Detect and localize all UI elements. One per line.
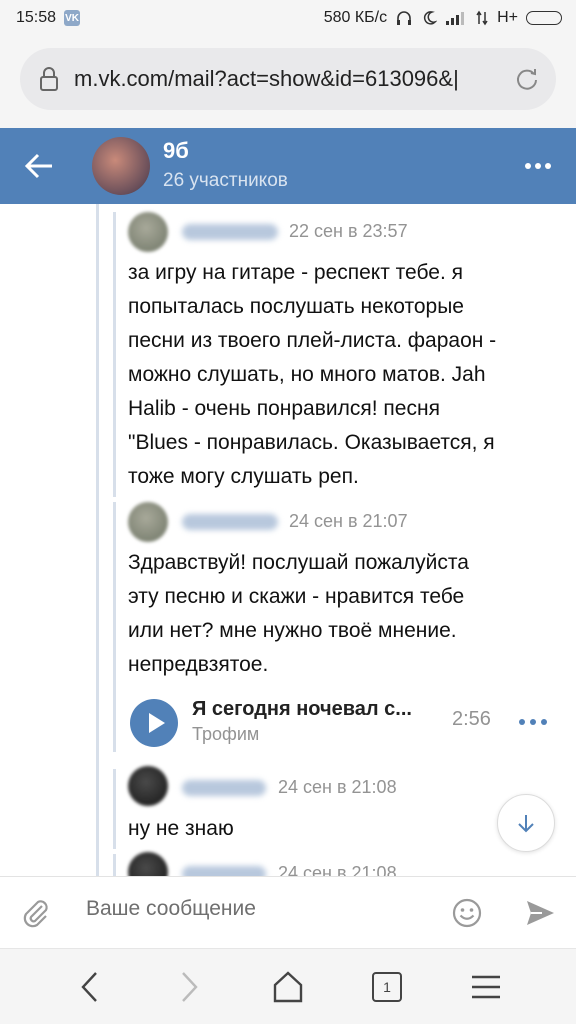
network-speed: 580 КБ/с (323, 9, 388, 26)
forward-indicator (113, 502, 116, 752)
headphones-icon (397, 11, 412, 25)
message-avatar[interactable] (128, 766, 168, 806)
audio-more-icon[interactable] (518, 718, 548, 726)
play-icon (149, 713, 165, 733)
network-type: H+ (497, 9, 518, 26)
browser-toolbar: m.vk.com/mail?act=show&id=613096&| (0, 36, 576, 128)
message-time: 24 сен в 21:08 (278, 777, 397, 797)
audio-title[interactable]: Я сегодня ночевал с... (192, 698, 412, 721)
address-bar[interactable]: m.vk.com/mail?act=show&id=613096&| (20, 48, 556, 110)
message-avatar[interactable] (128, 212, 168, 252)
moon-icon (424, 11, 438, 25)
reload-icon[interactable] (514, 66, 540, 92)
status-bar: 15:58 VK 580 КБ/с H+ (0, 0, 576, 36)
message-text: ну не знаю (128, 817, 234, 840)
send-icon[interactable] (524, 897, 556, 929)
status-time: 15:58 (16, 9, 57, 26)
chat-title[interactable]: 9б (163, 138, 189, 164)
vk-notification-icon: VK (64, 10, 81, 26)
nav-tabs-button[interactable]: 1 (367, 967, 407, 1007)
emoji-icon[interactable] (451, 897, 483, 929)
audio-artist[interactable]: Трофим (192, 724, 259, 745)
message-input[interactable]: Ваше сообщение (86, 897, 256, 921)
chat-header: 9б 26 участников (0, 128, 576, 204)
audio-play-button[interactable] (130, 699, 178, 747)
paperclip-icon[interactable] (20, 897, 52, 929)
audio-duration: 2:56 (452, 708, 491, 730)
message-text: Здравствуй! послушай пожалуйста эту песн… (128, 551, 469, 676)
message-text: за игру на гитаре - респект тебе. я попы… (128, 261, 497, 488)
message-composer: Ваше сообщение (0, 876, 576, 948)
back-arrow-icon[interactable] (24, 152, 54, 180)
chevron-right-icon (182, 972, 198, 1002)
sender-name[interactable] (182, 514, 278, 530)
signal-icon (446, 12, 465, 25)
forward-indicator (113, 854, 116, 876)
home-icon (273, 971, 303, 1003)
sender-name[interactable] (182, 866, 266, 876)
data-transfer-icon (476, 10, 488, 26)
lock-icon (40, 67, 58, 91)
forward-indicator (113, 769, 116, 849)
chat-avatar[interactable] (92, 137, 150, 195)
forward-indicator (113, 212, 116, 497)
url-text[interactable]: m.vk.com/mail?act=show&id=613096&| (74, 66, 514, 92)
chevron-left-icon (81, 972, 97, 1002)
nav-forward-button[interactable] (169, 967, 209, 1007)
message-avatar[interactable] (128, 852, 168, 876)
forward-indicator (96, 204, 99, 876)
nav-back-button[interactable] (70, 967, 110, 1007)
sender-name[interactable] (182, 780, 266, 796)
message-time: 22 сен в 23:57 (289, 221, 408, 241)
tabs-count: 1 (372, 972, 402, 1002)
message-avatar[interactable] (128, 502, 168, 542)
nav-home-button[interactable] (268, 967, 308, 1007)
sender-name[interactable] (182, 224, 278, 240)
scroll-down-button[interactable] (497, 794, 555, 852)
browser-nav-bar: 1 (0, 948, 576, 1024)
menu-icon (472, 975, 500, 999)
chat-participants[interactable]: 26 участников (163, 170, 288, 192)
message-time: 24 сен в 21:08 (278, 863, 397, 876)
more-options-icon[interactable] (524, 162, 552, 170)
battery-icon (526, 11, 562, 25)
message-list[interactable]: 22 сен в 23:57 за игру на гитаре - респе… (0, 204, 576, 876)
arrow-down-icon (518, 815, 534, 833)
nav-menu-button[interactable] (466, 967, 506, 1007)
message-time: 24 сен в 21:07 (289, 511, 408, 531)
